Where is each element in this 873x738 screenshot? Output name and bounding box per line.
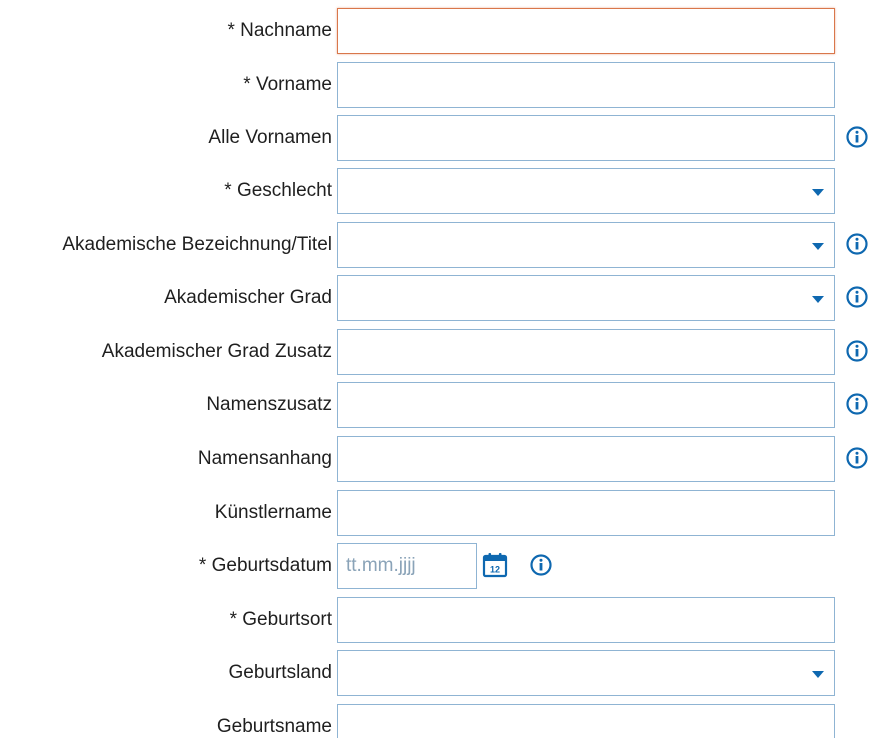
- info-icon[interactable]: [846, 447, 868, 469]
- geburtsname-input[interactable]: [337, 704, 835, 738]
- akademische-bezeichnung-select[interactable]: [337, 222, 835, 268]
- row-geschlecht: * Geschlecht: [0, 168, 873, 214]
- alle-vornamen-input[interactable]: [337, 115, 835, 161]
- kuenstlername-input[interactable]: [337, 490, 835, 536]
- calendar-day-number: 12: [490, 565, 500, 575]
- akademischer-grad-zusatz-label: Akademischer Grad Zusatz: [101, 341, 332, 362]
- geburtsdatum-label: * Geburtsdatum: [198, 555, 332, 576]
- alle-vornamen-label: Alle Vornamen: [208, 127, 332, 148]
- nachname-input[interactable]: [337, 8, 835, 54]
- row-geburtsdatum: * Geburtsdatum 12: [0, 543, 873, 589]
- kuenstlername-label: Künstlername: [214, 502, 332, 523]
- row-akademischer-grad-zusatz: Akademischer Grad Zusatz: [0, 329, 873, 375]
- namensanhang-input[interactable]: [337, 436, 835, 482]
- info-icon[interactable]: [846, 340, 868, 362]
- namenszusatz-label: Namenszusatz: [206, 394, 332, 415]
- row-namensanhang: Namensanhang: [0, 436, 873, 482]
- row-namenszusatz: Namenszusatz: [0, 382, 873, 428]
- geschlecht-label: * Geschlecht: [224, 180, 332, 201]
- row-vorname: * Vorname: [0, 62, 873, 108]
- row-alle-vornamen: Alle Vornamen: [0, 115, 873, 161]
- row-akademischer-grad: Akademischer Grad: [0, 275, 873, 321]
- chevron-down-icon: [812, 243, 824, 250]
- vorname-label: * Vorname: [243, 74, 332, 95]
- row-geburtsland: Geburtsland: [0, 650, 873, 696]
- row-geburtsort: * Geburtsort: [0, 597, 873, 643]
- row-akademische-bezeichnung: Akademische Bezeichnung/Titel: [0, 222, 873, 268]
- info-icon[interactable]: [846, 233, 868, 255]
- akademische-bezeichnung-label: Akademische Bezeichnung/Titel: [62, 234, 332, 255]
- geburtsland-select[interactable]: [337, 650, 835, 696]
- namenszusatz-input[interactable]: [337, 382, 835, 428]
- row-kuenstlername: Künstlername: [0, 490, 873, 536]
- akademischer-grad-select[interactable]: [337, 275, 835, 321]
- person-form: * Nachname * Vorname Alle Vornamen * Ges…: [0, 0, 873, 738]
- chevron-down-icon: [812, 296, 824, 303]
- geburtsort-input[interactable]: [337, 597, 835, 643]
- row-nachname: * Nachname: [0, 8, 873, 54]
- info-icon[interactable]: [846, 126, 868, 148]
- geschlecht-select[interactable]: [337, 168, 835, 214]
- akademischer-grad-label: Akademischer Grad: [164, 287, 332, 308]
- geburtsland-label: Geburtsland: [228, 662, 332, 683]
- akademischer-grad-zusatz-input[interactable]: [337, 329, 835, 375]
- chevron-down-icon: [812, 671, 824, 678]
- info-icon[interactable]: [846, 393, 868, 415]
- nachname-label: * Nachname: [227, 20, 332, 41]
- info-icon[interactable]: [530, 554, 552, 576]
- chevron-down-icon: [812, 189, 824, 196]
- geburtsort-label: * Geburtsort: [229, 609, 332, 630]
- vorname-input[interactable]: [337, 62, 835, 108]
- geburtsname-label: Geburtsname: [216, 716, 332, 737]
- row-geburtsname: Geburtsname: [0, 704, 873, 738]
- geburtsdatum-input[interactable]: [337, 543, 477, 589]
- calendar-icon[interactable]: 12: [481, 551, 509, 579]
- namensanhang-label: Namensanhang: [197, 448, 332, 469]
- info-icon[interactable]: [846, 286, 868, 308]
